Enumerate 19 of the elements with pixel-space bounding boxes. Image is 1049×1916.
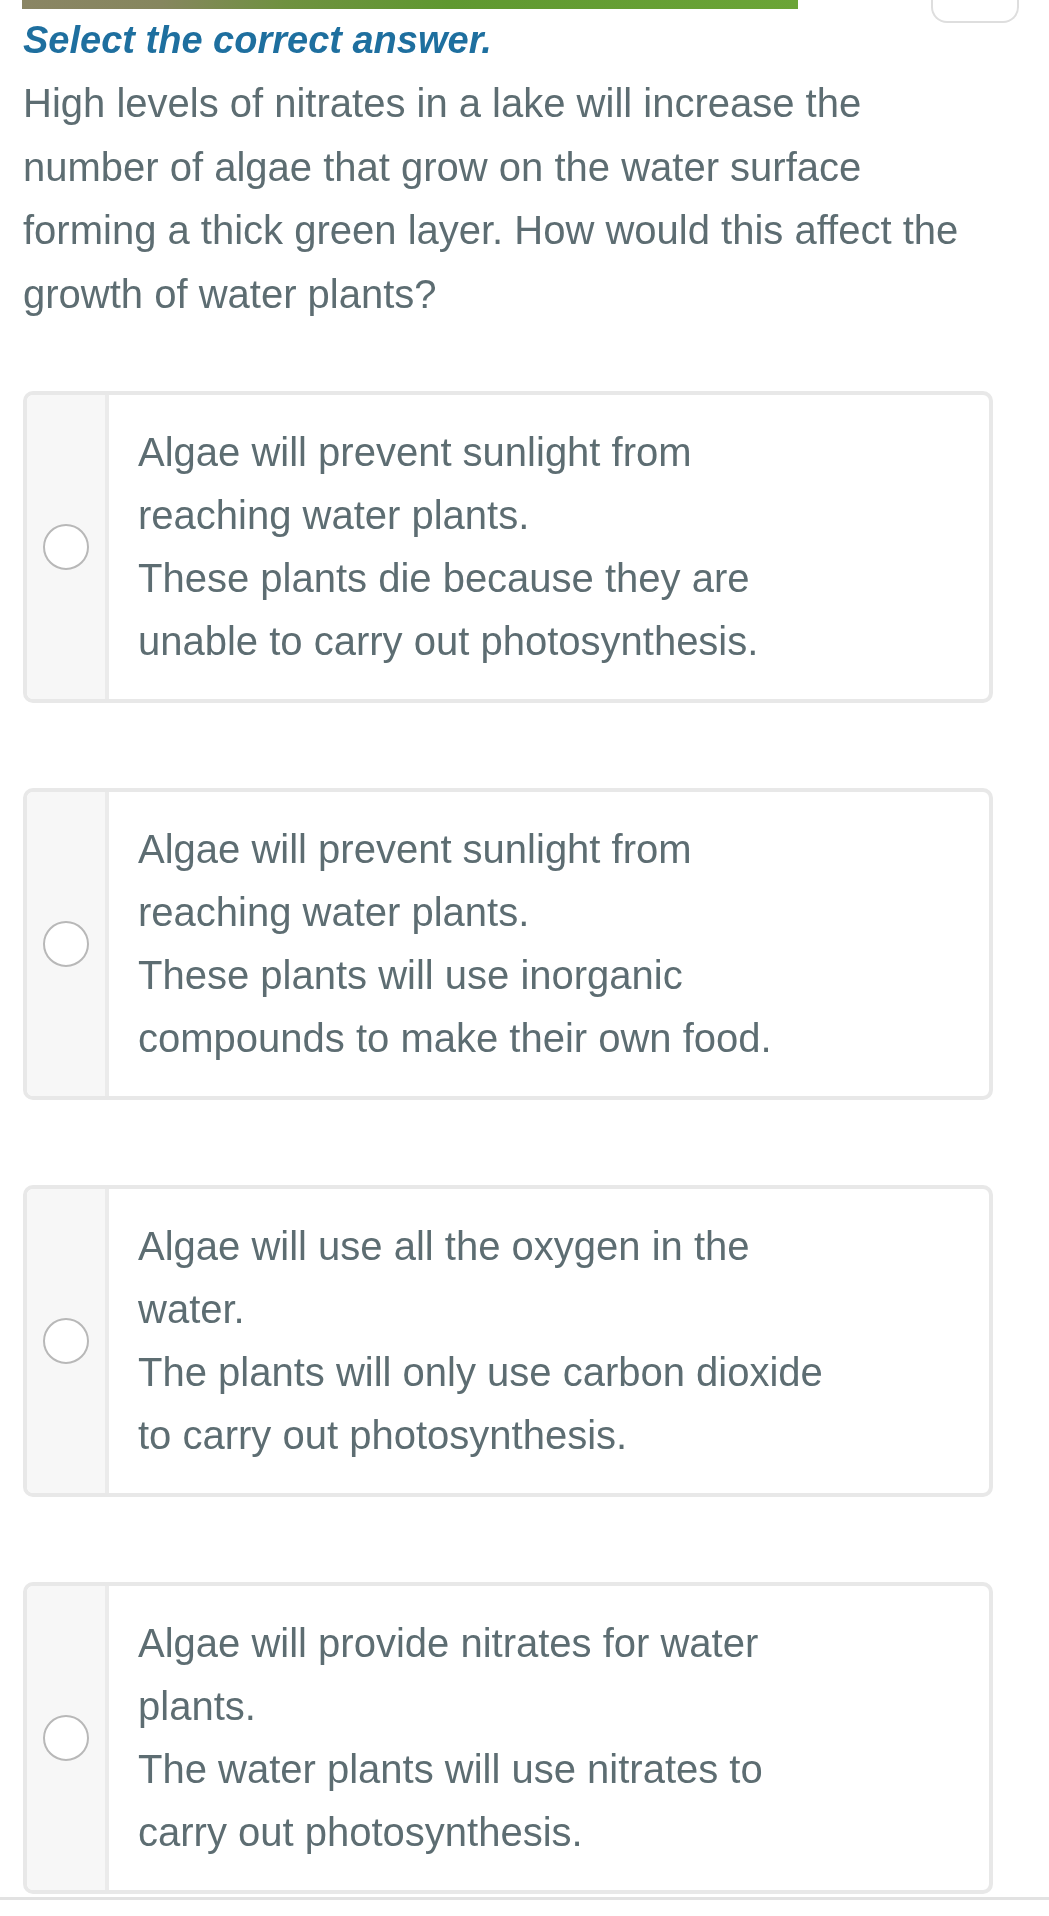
answer-text: Algae will prevent sunlight from reaching water plants. xyxy=(138,826,693,936)
answer-option[interactable]: Algae will prevent sunlight from reaching water plants. These plants die because they are unable to carry out photosynthesis. xyxy=(23,391,993,703)
answer-text: The water plants will use nitrates to carry out photosynthesis. xyxy=(138,1746,764,1856)
answer-text: These plants will use inorganic compounds to make their own food. xyxy=(138,952,773,1062)
radio-button[interactable] xyxy=(43,1715,89,1761)
answer-text: Algae will provide nitrates for water plants. xyxy=(138,1620,760,1730)
answer-text: The plants will only use carbon dioxide to carry out photosynthesis. xyxy=(138,1349,824,1459)
radio-button[interactable] xyxy=(43,524,89,570)
answer-text: Algae will prevent sunlight from reaching water plants. xyxy=(138,429,693,539)
answer-option[interactable]: Algae will provide nitrates for water plants. The water plants will use nitrates to carry out photosynthesis. xyxy=(23,1582,993,1894)
toggle-button[interactable] xyxy=(931,0,1019,23)
answer-option[interactable]: Algae will use all the oxygen in the water. The plants will only use carbon dioxide to carry out photosynthesis. xyxy=(23,1185,993,1497)
answer-text: These plants die because they are unable to carry out photosynthesis. xyxy=(138,555,760,665)
answer-option[interactable]: Algae will prevent sunlight from reaching water plants. These plants will use inorganic compounds to make their own food. xyxy=(23,788,993,1100)
radio-button[interactable] xyxy=(43,1318,89,1364)
radio-button[interactable] xyxy=(43,921,89,967)
instruction-heading: Select the correct answer. xyxy=(23,22,492,58)
answer-text: Algae will use all the oxygen in the water. xyxy=(138,1223,751,1333)
question-text: High levels of nitrates in a lake will increase the number of algae that grow on the water surface forming a thick green layer. How would this affect the growth of water plants? xyxy=(23,80,960,318)
